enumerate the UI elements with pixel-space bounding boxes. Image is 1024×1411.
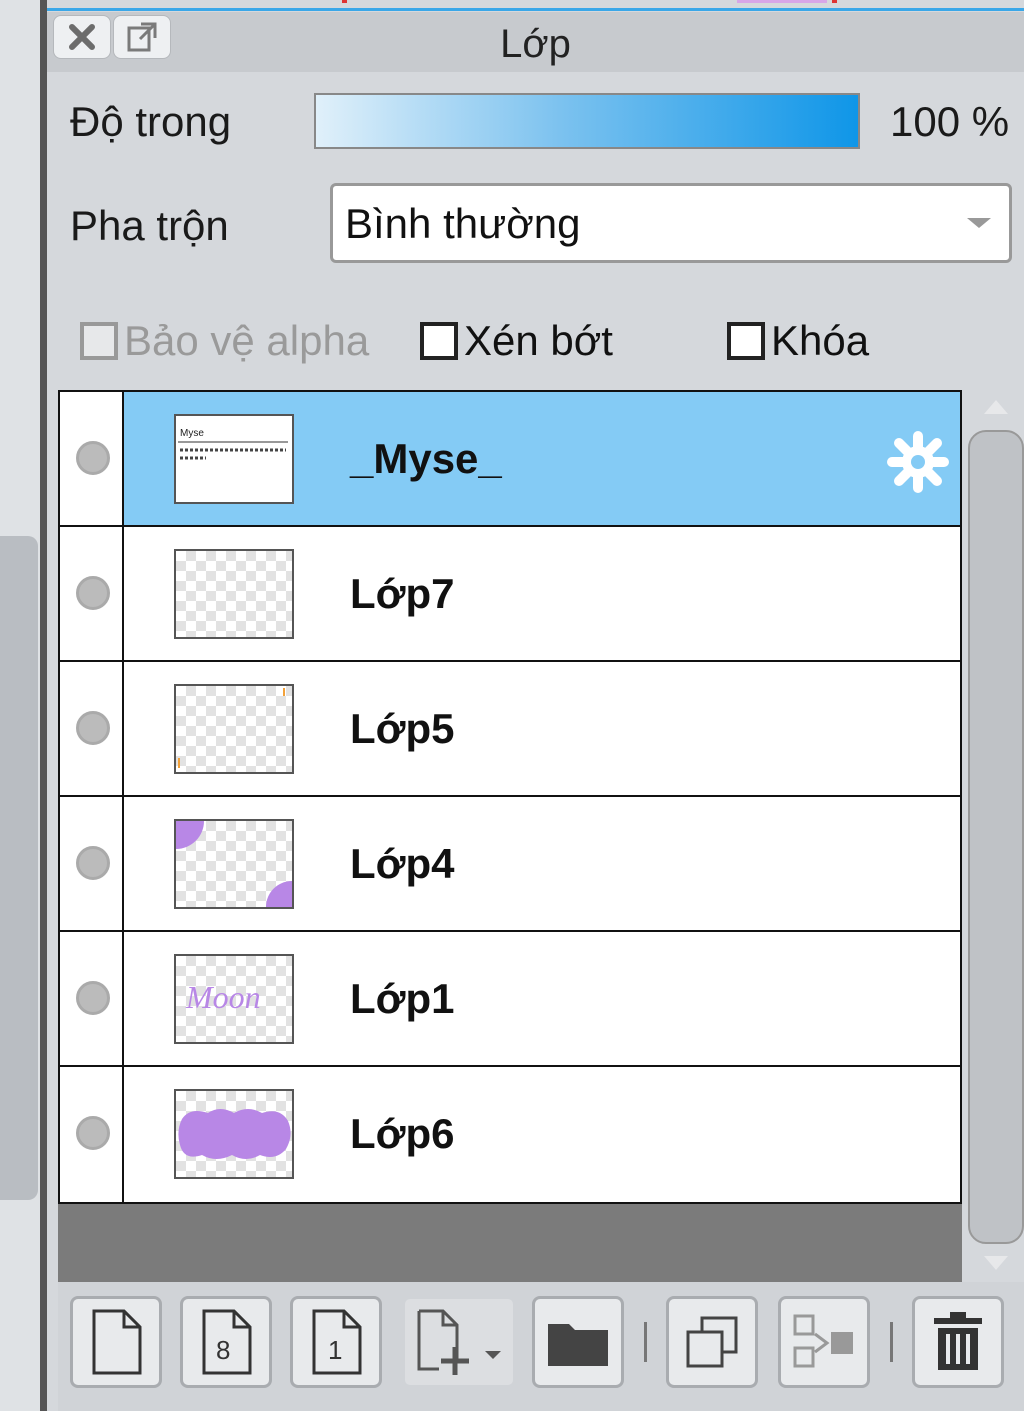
toolbar-divider [890,1322,893,1362]
thumb-script-text: Moon [185,979,261,1015]
lock-box[interactable] [727,322,765,360]
scroll-down-icon[interactable] [984,1256,1008,1270]
thumb-text: Myse [180,428,204,439]
visibility-dot-icon[interactable] [76,441,110,475]
top-marker-red [342,0,347,3]
visibility-dot-icon[interactable] [76,981,110,1015]
scrollbar-thumb[interactable] [968,430,1024,1244]
folder-icon [548,1324,608,1366]
layer-row[interactable]: Lớp6 [60,1067,960,1202]
layer-row[interactable]: Moon Lớp1 [60,932,960,1067]
layer-row[interactable]: Lớp5 [60,662,960,797]
layer-toolbar: 8 1 [58,1282,1024,1411]
layer-thumbnail [174,684,294,774]
duplicate-layer-icon [686,1316,738,1368]
gear-icon[interactable] [886,430,950,504]
layer-name[interactable]: Lớp4 [350,840,455,888]
top-accent-line [47,8,1024,11]
visibility-dot-icon[interactable] [76,1116,110,1150]
new-layer-menu-icon [417,1309,501,1375]
visibility-cell[interactable] [60,797,124,930]
blend-mode-select[interactable]: Bình thường [330,183,1012,263]
layer-panel: Myse _Myse_ Lớp7 Lớp5 Lớp4 Moon Lớp1 Lớp… [58,390,962,1282]
opacity-label: Độ trong [70,98,232,145]
layer-thumbnail [174,549,294,639]
badge-8: 8 [216,1335,230,1365]
layer-thumbnail [174,1089,294,1179]
clipping-box[interactable] [420,322,458,360]
visibility-dot-icon[interactable] [76,576,110,610]
layer-thumbnail [174,819,294,909]
merge-down-icon [793,1314,853,1368]
dock-tab[interactable] [0,536,38,1200]
new-1bit-layer-button[interactable]: 1 [290,1296,382,1388]
layer-name[interactable]: _Myse_ [350,435,502,483]
opacity-value: 100 % [890,98,1010,145]
visibility-dot-icon[interactable] [76,711,110,745]
protect-alpha-box[interactable] [80,322,118,360]
top-marker-red-2 [832,0,837,3]
chevron-down-icon [967,218,991,228]
clipping-checkbox[interactable]: Xén bớt [420,316,613,366]
layer-thumbnail: Moon [174,954,294,1044]
trash-icon [934,1312,982,1370]
top-edge [47,0,1024,12]
delete-layer-button[interactable] [912,1296,1004,1388]
clipping-label: Xén bớt [464,317,613,364]
new-8bit-layer-icon: 8 [202,1309,252,1375]
new-layer-button[interactable] [70,1296,162,1388]
badge-1: 1 [328,1335,342,1365]
layer-name[interactable]: Lớp1 [350,975,455,1023]
visibility-cell[interactable] [60,527,124,660]
layer-name[interactable]: Lớp5 [350,705,455,753]
layer-list: Myse _Myse_ Lớp7 Lớp5 Lớp4 Moon Lớp1 Lớp… [58,390,962,1204]
visibility-dot-icon[interactable] [76,846,110,880]
blend-mode-value: Bình thường [345,200,581,247]
opacity-slider[interactable] [314,93,860,149]
panel-title: Lớp [500,22,571,66]
duplicate-layer-button[interactable] [666,1296,758,1388]
toolbar-divider [644,1322,647,1362]
layer-row[interactable]: Lớp7 [60,527,960,662]
layer-row[interactable]: Lớp4 [60,797,960,932]
visibility-cell[interactable] [60,1067,124,1202]
left-dock-strip [0,0,40,1411]
new-folder-button[interactable] [532,1296,624,1388]
panel-titlebar: Lớp [47,12,1024,72]
top-marker-pink [737,0,827,3]
lock-label: Khóa [771,317,870,364]
lock-checkbox[interactable]: Khóa [727,316,869,366]
new-layer-icon [92,1309,142,1375]
panel-border [40,0,47,1411]
layer-name[interactable]: Lớp6 [350,1110,455,1158]
new-8bit-layer-button[interactable]: 8 [180,1296,272,1388]
visibility-cell[interactable] [60,662,124,795]
layer-name[interactable]: Lớp7 [350,570,455,618]
layer-thumbnail: Myse [174,414,294,504]
visibility-cell[interactable] [60,932,124,1065]
scroll-up-icon[interactable] [984,400,1008,414]
protect-alpha-label: Bảo vệ alpha [124,317,370,364]
merge-down-button[interactable] [778,1296,870,1388]
new-layer-menu-button[interactable] [402,1296,516,1388]
visibility-cell[interactable] [60,392,124,525]
blend-label: Pha trộn [70,202,229,249]
new-1bit-layer-icon: 1 [312,1309,362,1375]
protect-alpha-checkbox[interactable]: Bảo vệ alpha [80,316,369,366]
layer-row[interactable]: Myse _Myse_ [60,392,960,527]
